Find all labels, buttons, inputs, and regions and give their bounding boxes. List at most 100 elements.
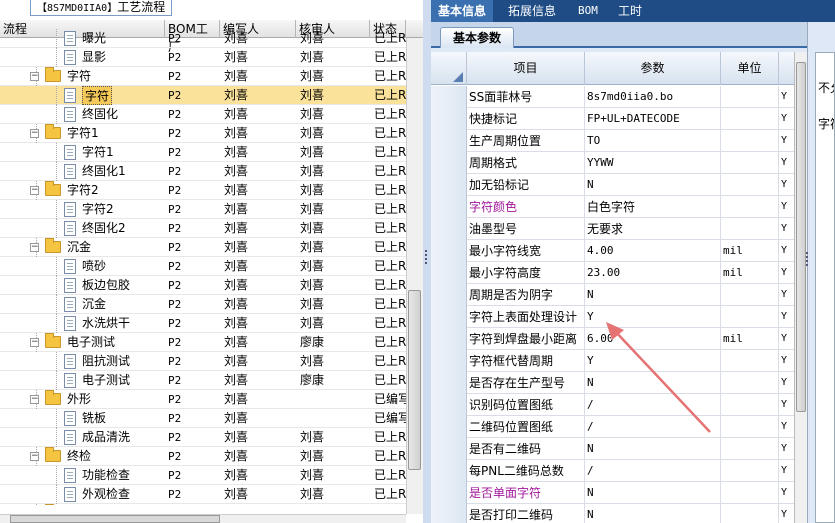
tree-node-label[interactable]: 电子测试: [82, 371, 130, 390]
row-header[interactable]: [431, 372, 467, 394]
param-cell-param[interactable]: 白色字符: [585, 196, 721, 218]
tree-group-row[interactable]: − 外形 P2 刘喜 已编写: [0, 390, 406, 409]
param-cell-param[interactable]: 4.00: [585, 240, 721, 262]
param-row[interactable]: 每PNL二维码总数 / Y: [431, 460, 794, 482]
col-item-header[interactable]: 项目: [467, 52, 585, 85]
tree-step-row[interactable]: 板边包胶 P2 刘喜 刘喜 已上R: [0, 276, 406, 295]
row-header[interactable]: [431, 438, 467, 460]
tree-step-row[interactable]: 终固化2 P2 刘喜 刘喜 已上R: [0, 219, 406, 238]
param-row[interactable]: 加无铅标记 N Y: [431, 174, 794, 196]
tree-node-label[interactable]: 字符: [82, 86, 113, 105]
tree-group-row[interactable]: − 字符1 P2 刘喜 刘喜 已上R: [0, 124, 406, 143]
tree-node-label[interactable]: 外形: [67, 390, 91, 409]
tree-node-label[interactable]: 电子测试: [67, 333, 115, 352]
tree-group-row[interactable]: − 终检 P2 刘喜 刘喜 已上R: [0, 447, 406, 466]
tree-step-row[interactable]: 成品清洗 P2 刘喜 刘喜 已上R: [0, 428, 406, 447]
collapse-toggle-icon[interactable]: −: [30, 186, 39, 195]
param-cell-param[interactable]: N: [585, 482, 721, 504]
row-header[interactable]: [431, 130, 467, 152]
collapse-toggle-icon[interactable]: −: [30, 338, 39, 347]
tree-group-row[interactable]: − 字符2 P2 刘喜 刘喜 已上R: [0, 181, 406, 200]
tab-basic-params[interactable]: 基本参数: [440, 27, 515, 48]
tab-work-hours[interactable]: 工时: [611, 0, 649, 22]
param-row[interactable]: 最小字符线宽 4.00 mil Y: [431, 240, 794, 262]
col-param-header[interactable]: 参数: [585, 52, 721, 85]
tree-node-label[interactable]: 外观检查: [82, 485, 130, 504]
tree-hscroll-thumb[interactable]: [10, 515, 220, 523]
tree-node-label[interactable]: 包装: [67, 504, 91, 505]
tree-step-row[interactable]: 喷砂 P2 刘喜 刘喜 已上R: [0, 257, 406, 276]
tab-basic-info[interactable]: 基本信息: [431, 0, 494, 22]
tree-step-row[interactable]: 终固化1 P2 刘喜 刘喜 已上R: [0, 162, 406, 181]
tree-node-label[interactable]: 终固化1: [82, 162, 126, 181]
tree-node-label[interactable]: 显影: [82, 48, 106, 67]
tree-node-label[interactable]: 板边包胶: [82, 276, 130, 295]
tree-step-row[interactable]: 水洗烘干 P2 刘喜 刘喜 已上R: [0, 314, 406, 333]
tree-step-row[interactable]: 外观检查 P2 刘喜 刘喜 已上R: [0, 485, 406, 504]
param-cell-param[interactable]: 无要求: [585, 218, 721, 240]
param-cell-param[interactable]: TO: [585, 130, 721, 152]
tree-node-label[interactable]: 曝光: [82, 29, 106, 48]
tree-step-row[interactable]: 字符1 P2 刘喜 刘喜 已上R: [0, 143, 406, 162]
param-cell-param[interactable]: N: [585, 438, 721, 460]
tree-node-label[interactable]: 字符: [67, 67, 91, 86]
tree-step-row[interactable]: 阻抗测试 P2 刘喜 刘喜 已上R: [0, 352, 406, 371]
param-row[interactable]: 生产周期位置 TO Y: [431, 130, 794, 152]
grid-scroll-thumb[interactable]: [796, 62, 806, 412]
row-header[interactable]: [431, 504, 467, 523]
tree-group-row[interactable]: −包装P2刘喜刘喜已上R: [0, 504, 406, 505]
grid-corner-icon[interactable]: [431, 52, 467, 85]
tree-node-label[interactable]: 成品清洗: [82, 428, 130, 447]
row-header[interactable]: [431, 218, 467, 240]
tree-step-row[interactable]: 字符2 P2 刘喜 刘喜 已上R: [0, 200, 406, 219]
tree-step-row[interactable]: 终固化 P2 刘喜 刘喜 已上R: [0, 105, 406, 124]
param-row[interactable]: 字符颜色 白色字符 Y: [431, 196, 794, 218]
row-header[interactable]: [431, 328, 467, 350]
tree-group-row[interactable]: − 电子测试 P2 刘喜 廖康 已上R: [0, 333, 406, 352]
row-header[interactable]: [431, 152, 467, 174]
param-cell-param[interactable]: FP+UL+DATECODE: [585, 108, 721, 130]
param-row[interactable]: 是否有二维码 N Y: [431, 438, 794, 460]
row-header[interactable]: [431, 416, 467, 438]
tree-node-label[interactable]: 字符2: [82, 200, 114, 219]
param-cell-param[interactable]: 23.00: [585, 262, 721, 284]
param-row[interactable]: 油墨型号 无要求 Y: [431, 218, 794, 240]
row-header[interactable]: [431, 196, 467, 218]
param-cell-param[interactable]: N: [585, 284, 721, 306]
collapse-toggle-icon[interactable]: −: [30, 129, 39, 138]
param-row[interactable]: 周期格式 YYWW Y: [431, 152, 794, 174]
row-header[interactable]: [431, 262, 467, 284]
tree-step-row[interactable]: 功能检查 P2 刘喜 刘喜 已上R: [0, 466, 406, 485]
tree-step-row[interactable]: 显影 P2 刘喜 刘喜 已上R: [0, 48, 406, 67]
tree-node-label[interactable]: 铣板: [82, 409, 106, 428]
tree-node-label[interactable]: 字符1: [82, 143, 114, 162]
tree-node-label[interactable]: 字符1: [67, 124, 99, 143]
tree-scroll-thumb[interactable]: [408, 290, 421, 470]
tree-node-label[interactable]: 喷砂: [82, 257, 106, 276]
tree-step-row[interactable]: 铣板 P2 刘喜 已编写: [0, 409, 406, 428]
tree-group-row[interactable]: − 沉金 P2 刘喜 刘喜 已上R: [0, 238, 406, 257]
splitter[interactable]: [423, 0, 431, 523]
tree-node-label[interactable]: 终固化: [82, 105, 118, 124]
tree-step-row[interactable]: 曝光 P2 刘喜 刘喜 已上R: [0, 29, 406, 48]
tree-node-label[interactable]: 终检: [67, 447, 91, 466]
row-header[interactable]: [431, 460, 467, 482]
tree-group-row[interactable]: − 字符 P2 刘喜 刘喜 已上R: [0, 67, 406, 86]
row-header[interactable]: [431, 108, 467, 130]
row-header[interactable]: [431, 174, 467, 196]
tree-node-label[interactable]: 沉金: [67, 238, 91, 257]
param-cell-param[interactable]: 8s7md0iia0.bo: [585, 86, 721, 108]
tab-extended-info[interactable]: 拓展信息: [501, 0, 563, 22]
row-header[interactable]: [431, 86, 467, 108]
tree-step-row[interactable]: 电子测试 P2 刘喜 廖康 已上R: [0, 371, 406, 390]
row-header[interactable]: [431, 240, 467, 262]
tree-node-label[interactable]: 阻抗测试: [82, 352, 130, 371]
param-row[interactable]: 最小字符高度 23.00 mil Y: [431, 262, 794, 284]
param-row[interactable]: 是否单面字符 N Y: [431, 482, 794, 504]
tree-step-row[interactable]: 沉金 P2 刘喜 刘喜 已上R: [0, 295, 406, 314]
row-header[interactable]: [431, 394, 467, 416]
tree-node-label[interactable]: 功能检查: [82, 466, 130, 485]
param-cell-param[interactable]: N: [585, 174, 721, 196]
row-header[interactable]: [431, 284, 467, 306]
tree-node-label[interactable]: 沉金: [82, 295, 106, 314]
